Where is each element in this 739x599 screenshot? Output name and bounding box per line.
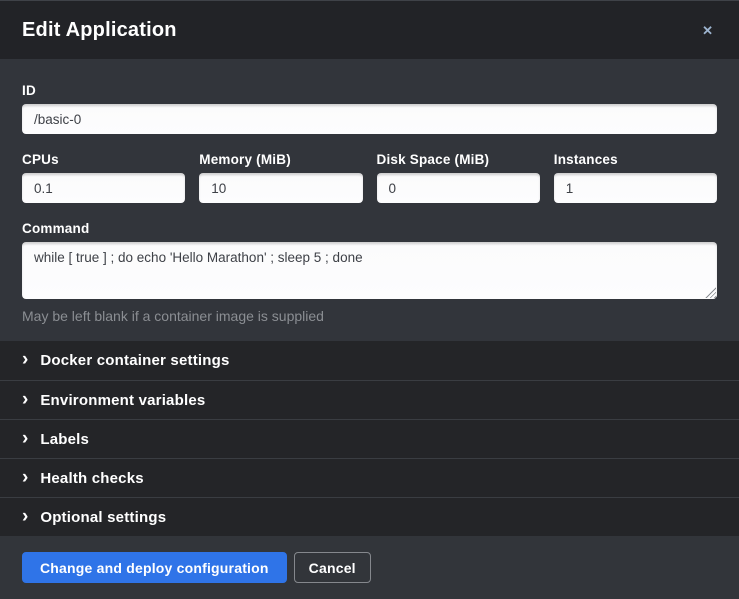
resource-fields-row: CPUs Memory (MiB) Disk Space (MiB) Insta…: [22, 152, 717, 203]
section-health-checks[interactable]: › Health checks: [0, 458, 739, 497]
disk-space-field-group: Disk Space (MiB): [377, 152, 540, 203]
section-label: Environment variables: [40, 392, 205, 409]
cpus-label: CPUs: [22, 152, 185, 167]
section-optional-settings[interactable]: › Optional settings: [0, 497, 739, 536]
accordion-sections: › Docker container settings › Environmen…: [0, 341, 739, 536]
chevron-right-icon: ›: [22, 429, 28, 448]
application-form: ID CPUs Memory (MiB) Disk Space (MiB) In…: [0, 59, 739, 334]
section-label: Docker container settings: [40, 352, 229, 369]
instances-field-group: Instances: [554, 152, 717, 203]
disk-space-label: Disk Space (MiB): [377, 152, 540, 167]
cancel-button[interactable]: Cancel: [294, 552, 371, 583]
modal-footer: Change and deploy configuration Cancel: [0, 536, 739, 599]
instances-label: Instances: [554, 152, 717, 167]
disk-space-input[interactable]: [377, 173, 540, 203]
memory-input[interactable]: [199, 173, 362, 203]
section-label: Health checks: [40, 470, 143, 487]
section-label: Optional settings: [40, 509, 166, 526]
change-and-deploy-button[interactable]: Change and deploy configuration: [22, 552, 287, 583]
section-environment-variables[interactable]: › Environment variables: [0, 380, 739, 419]
command-label: Command: [22, 221, 717, 236]
chevron-right-icon: ›: [22, 390, 28, 409]
close-icon[interactable]: ✕: [698, 20, 717, 41]
cpus-input[interactable]: [22, 173, 185, 203]
modal-header: Edit Application ✕: [0, 1, 739, 59]
instances-input[interactable]: [554, 173, 717, 203]
chevron-right-icon: ›: [22, 350, 28, 369]
section-labels[interactable]: › Labels: [0, 419, 739, 458]
memory-label: Memory (MiB): [199, 152, 362, 167]
id-input[interactable]: [22, 104, 717, 134]
command-help-text: May be left blank if a container image i…: [22, 308, 717, 324]
memory-field-group: Memory (MiB): [199, 152, 362, 203]
command-field-group: Command while [ true ] ; do echo 'Hello …: [22, 221, 717, 324]
edit-application-modal: Edit Application ✕ ID CPUs Memory (MiB) …: [0, 0, 739, 599]
chevron-right-icon: ›: [22, 468, 28, 487]
cpus-field-group: CPUs: [22, 152, 185, 203]
section-docker-container-settings[interactable]: › Docker container settings: [0, 341, 739, 380]
section-label: Labels: [40, 431, 89, 448]
chevron-right-icon: ›: [22, 507, 28, 526]
id-label: ID: [22, 83, 717, 98]
id-field-group: ID: [22, 83, 717, 134]
modal-title: Edit Application: [22, 19, 177, 42]
command-textarea[interactable]: while [ true ] ; do echo 'Hello Marathon…: [22, 242, 717, 299]
